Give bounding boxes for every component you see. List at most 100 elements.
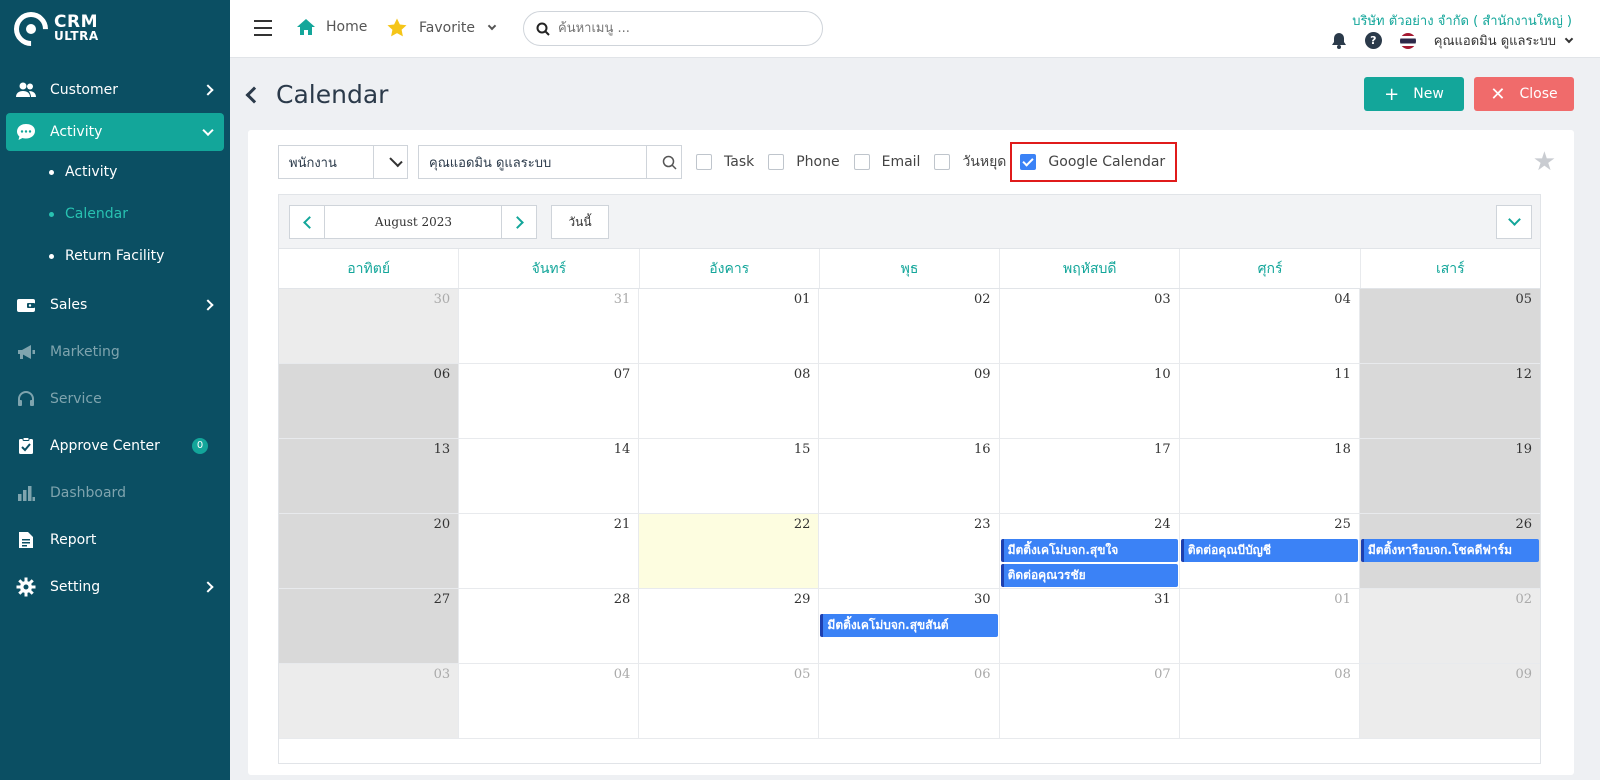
sidebar-item-customer[interactable]: Customer	[0, 66, 230, 113]
favorite-star-icon[interactable]: ★	[1533, 147, 1556, 177]
calendar: August 2023 วันนี้ อาทิตย์ จันทร์ อังคาร พุ…	[278, 194, 1541, 764]
filter-holiday-checkbox[interactable]: วันหยุด	[934, 151, 1006, 173]
sidebar-item-report[interactable]: Report	[0, 516, 230, 563]
day-cell[interactable]: 01	[639, 289, 820, 364]
help-icon[interactable]: ?	[1364, 32, 1382, 49]
home-link[interactable]: Home	[296, 18, 367, 36]
day-cell[interactable]: 12	[1359, 364, 1540, 439]
day-cell[interactable]: 25 ติดต่อคุณบีบัญชี	[1179, 514, 1360, 589]
sidebar: CRM ULTRA Customer Activity Activity Cal…	[0, 0, 230, 780]
checkbox-box-checked[interactable]	[1020, 154, 1037, 170]
day-cell[interactable]: 01	[1179, 589, 1360, 664]
sidebar-item-approve-center[interactable]: Approve Center 0	[0, 422, 230, 469]
day-cell[interactable]: 06	[279, 364, 460, 439]
sidebar-item-dashboard[interactable]: Dashboard	[0, 469, 230, 516]
day-cell[interactable]: 03	[279, 664, 460, 739]
checkbox-box[interactable]	[696, 154, 712, 170]
top-bar: Home Favorite บริษัท ตัวอย่าง จำกัด ( สำ…	[230, 0, 1600, 58]
checkbox-box[interactable]	[768, 154, 785, 170]
day-number: 20	[433, 517, 451, 532]
search-input[interactable]	[558, 21, 808, 36]
checkbox-box[interactable]	[853, 154, 870, 170]
day-cell[interactable]: 31	[999, 589, 1180, 664]
today-button[interactable]: วันนี้	[551, 205, 609, 239]
calendar-event[interactable]: มีตติ้งเคโม่บจก.สุขสันต์	[820, 614, 998, 637]
day-number: 05	[793, 667, 811, 682]
day-cell[interactable]: 27	[279, 589, 460, 664]
day-cell[interactable]: 10	[999, 364, 1180, 439]
filter-task-checkbox[interactable]: Task	[696, 154, 754, 170]
prev-month-button[interactable]	[289, 205, 325, 239]
day-cell[interactable]: 02	[819, 289, 1000, 364]
next-month-button[interactable]	[501, 205, 537, 239]
menu-search[interactable]	[523, 11, 823, 46]
thai-flag-icon[interactable]	[1399, 32, 1416, 49]
day-cell[interactable]: 13	[279, 439, 460, 514]
day-cell[interactable]: 17	[999, 439, 1180, 514]
day-cell[interactable]: 11	[1179, 364, 1360, 439]
sidebar-item-service[interactable]: Service	[0, 375, 230, 422]
sidebar-item-sales[interactable]: Sales	[0, 281, 230, 328]
submenu-item-activity[interactable]: Activity	[0, 151, 230, 193]
day-cell[interactable]: 31	[459, 289, 640, 364]
user-menu[interactable]: คุณแอดมิน ดูแลระบบ	[1434, 30, 1574, 51]
submenu-item-return-facility[interactable]: Return Facility	[0, 235, 230, 277]
day-cell[interactable]: 20	[279, 514, 460, 589]
day-cell[interactable]: 07	[459, 364, 640, 439]
day-cell[interactable]: 22	[639, 514, 820, 589]
day-cell[interactable]: 14	[459, 439, 640, 514]
menu-toggle-icon[interactable]	[254, 20, 272, 36]
sidebar-item-label: Marketing	[50, 343, 120, 360]
back-arrow-icon[interactable]	[245, 86, 263, 103]
sidebar-item-setting[interactable]: Setting	[0, 563, 230, 610]
calendar-event[interactable]: ติดต่อคุณวรชัย	[1000, 564, 1178, 587]
day-cell[interactable]: 05	[1359, 289, 1540, 364]
day-cell[interactable]: 21	[459, 514, 640, 589]
calendar-event[interactable]: มีตติ้งเคโม่บจก.สุขใจ	[1000, 539, 1178, 562]
day-cell[interactable]: 30	[279, 289, 460, 364]
day-cell[interactable]: 04	[459, 664, 640, 739]
day-cell[interactable]: 24 มีตติ้งเคโม่บจก.สุขใจ ติดต่อคุณวรชัย	[999, 514, 1180, 589]
day-cell[interactable]: 16	[819, 439, 1000, 514]
bell-icon[interactable]	[1331, 32, 1347, 49]
day-cell[interactable]: 30 มีตติ้งเคโม่บจก.สุขสันต์	[819, 589, 1000, 664]
new-button[interactable]: + New	[1364, 77, 1464, 111]
filter-email-checkbox[interactable]: Email	[853, 154, 920, 170]
day-cell[interactable]: 08	[639, 364, 820, 439]
user-search-button[interactable]	[646, 146, 681, 178]
day-cell[interactable]: 18	[1179, 439, 1360, 514]
day-cell[interactable]: 26 มีตติ้งหารือบจก.โชคดีฟาร์ม	[1359, 514, 1540, 589]
user-search-field[interactable]: คุณแอดมิน ดูแลระบบ	[418, 145, 682, 179]
day-cell[interactable]: 29	[639, 589, 820, 664]
day-cell[interactable]: 06	[819, 664, 1000, 739]
view-toggle-button[interactable]	[1496, 205, 1532, 239]
chevron-right-icon	[202, 298, 214, 311]
day-number: 23	[974, 517, 991, 532]
day-cell[interactable]: 15	[639, 439, 820, 514]
day-cell[interactable]: 08	[1179, 664, 1360, 739]
dropdown-toggle[interactable]	[373, 146, 407, 178]
day-cell[interactable]: 05	[639, 664, 820, 739]
day-cell[interactable]: 04	[1179, 289, 1360, 364]
calendar-event[interactable]: มีตติ้งหารือบจก.โชคดีฟาร์ม	[1360, 539, 1539, 562]
favorite-dropdown[interactable]: Favorite	[387, 18, 497, 37]
sidebar-item-marketing[interactable]: Marketing	[0, 328, 230, 375]
day-cell[interactable]: 02	[1359, 589, 1540, 664]
checkbox-box[interactable]	[934, 154, 951, 170]
owner-type-select[interactable]: พนักงาน	[278, 145, 408, 179]
day-cell[interactable]: 19	[1359, 439, 1540, 514]
day-cell[interactable]: 28	[459, 589, 640, 664]
calendar-event[interactable]: ติดต่อคุณบีบัญชี	[1180, 539, 1358, 562]
filter-google-calendar-checkbox[interactable]: Google Calendar	[1010, 142, 1178, 182]
filter-phone-checkbox[interactable]: Phone	[768, 154, 840, 170]
day-cell[interactable]: 03	[999, 289, 1180, 364]
submenu-item-calendar[interactable]: Calendar	[0, 193, 230, 235]
close-button[interactable]: ✕ Close	[1474, 77, 1574, 111]
day-cell[interactable]: 09	[1359, 664, 1540, 739]
day-cell[interactable]: 09	[819, 364, 1000, 439]
day-cell[interactable]: 23	[819, 514, 1000, 589]
day-cell[interactable]: 07	[999, 664, 1180, 739]
brand-logo[interactable]: CRM ULTRA	[0, 0, 230, 58]
month-grid: 30 31 01 02 03 04 05 06 07 08 09 10 11 12 13 14 15 16 17 18…	[279, 289, 1540, 739]
sidebar-item-activity[interactable]: Activity	[6, 113, 224, 151]
